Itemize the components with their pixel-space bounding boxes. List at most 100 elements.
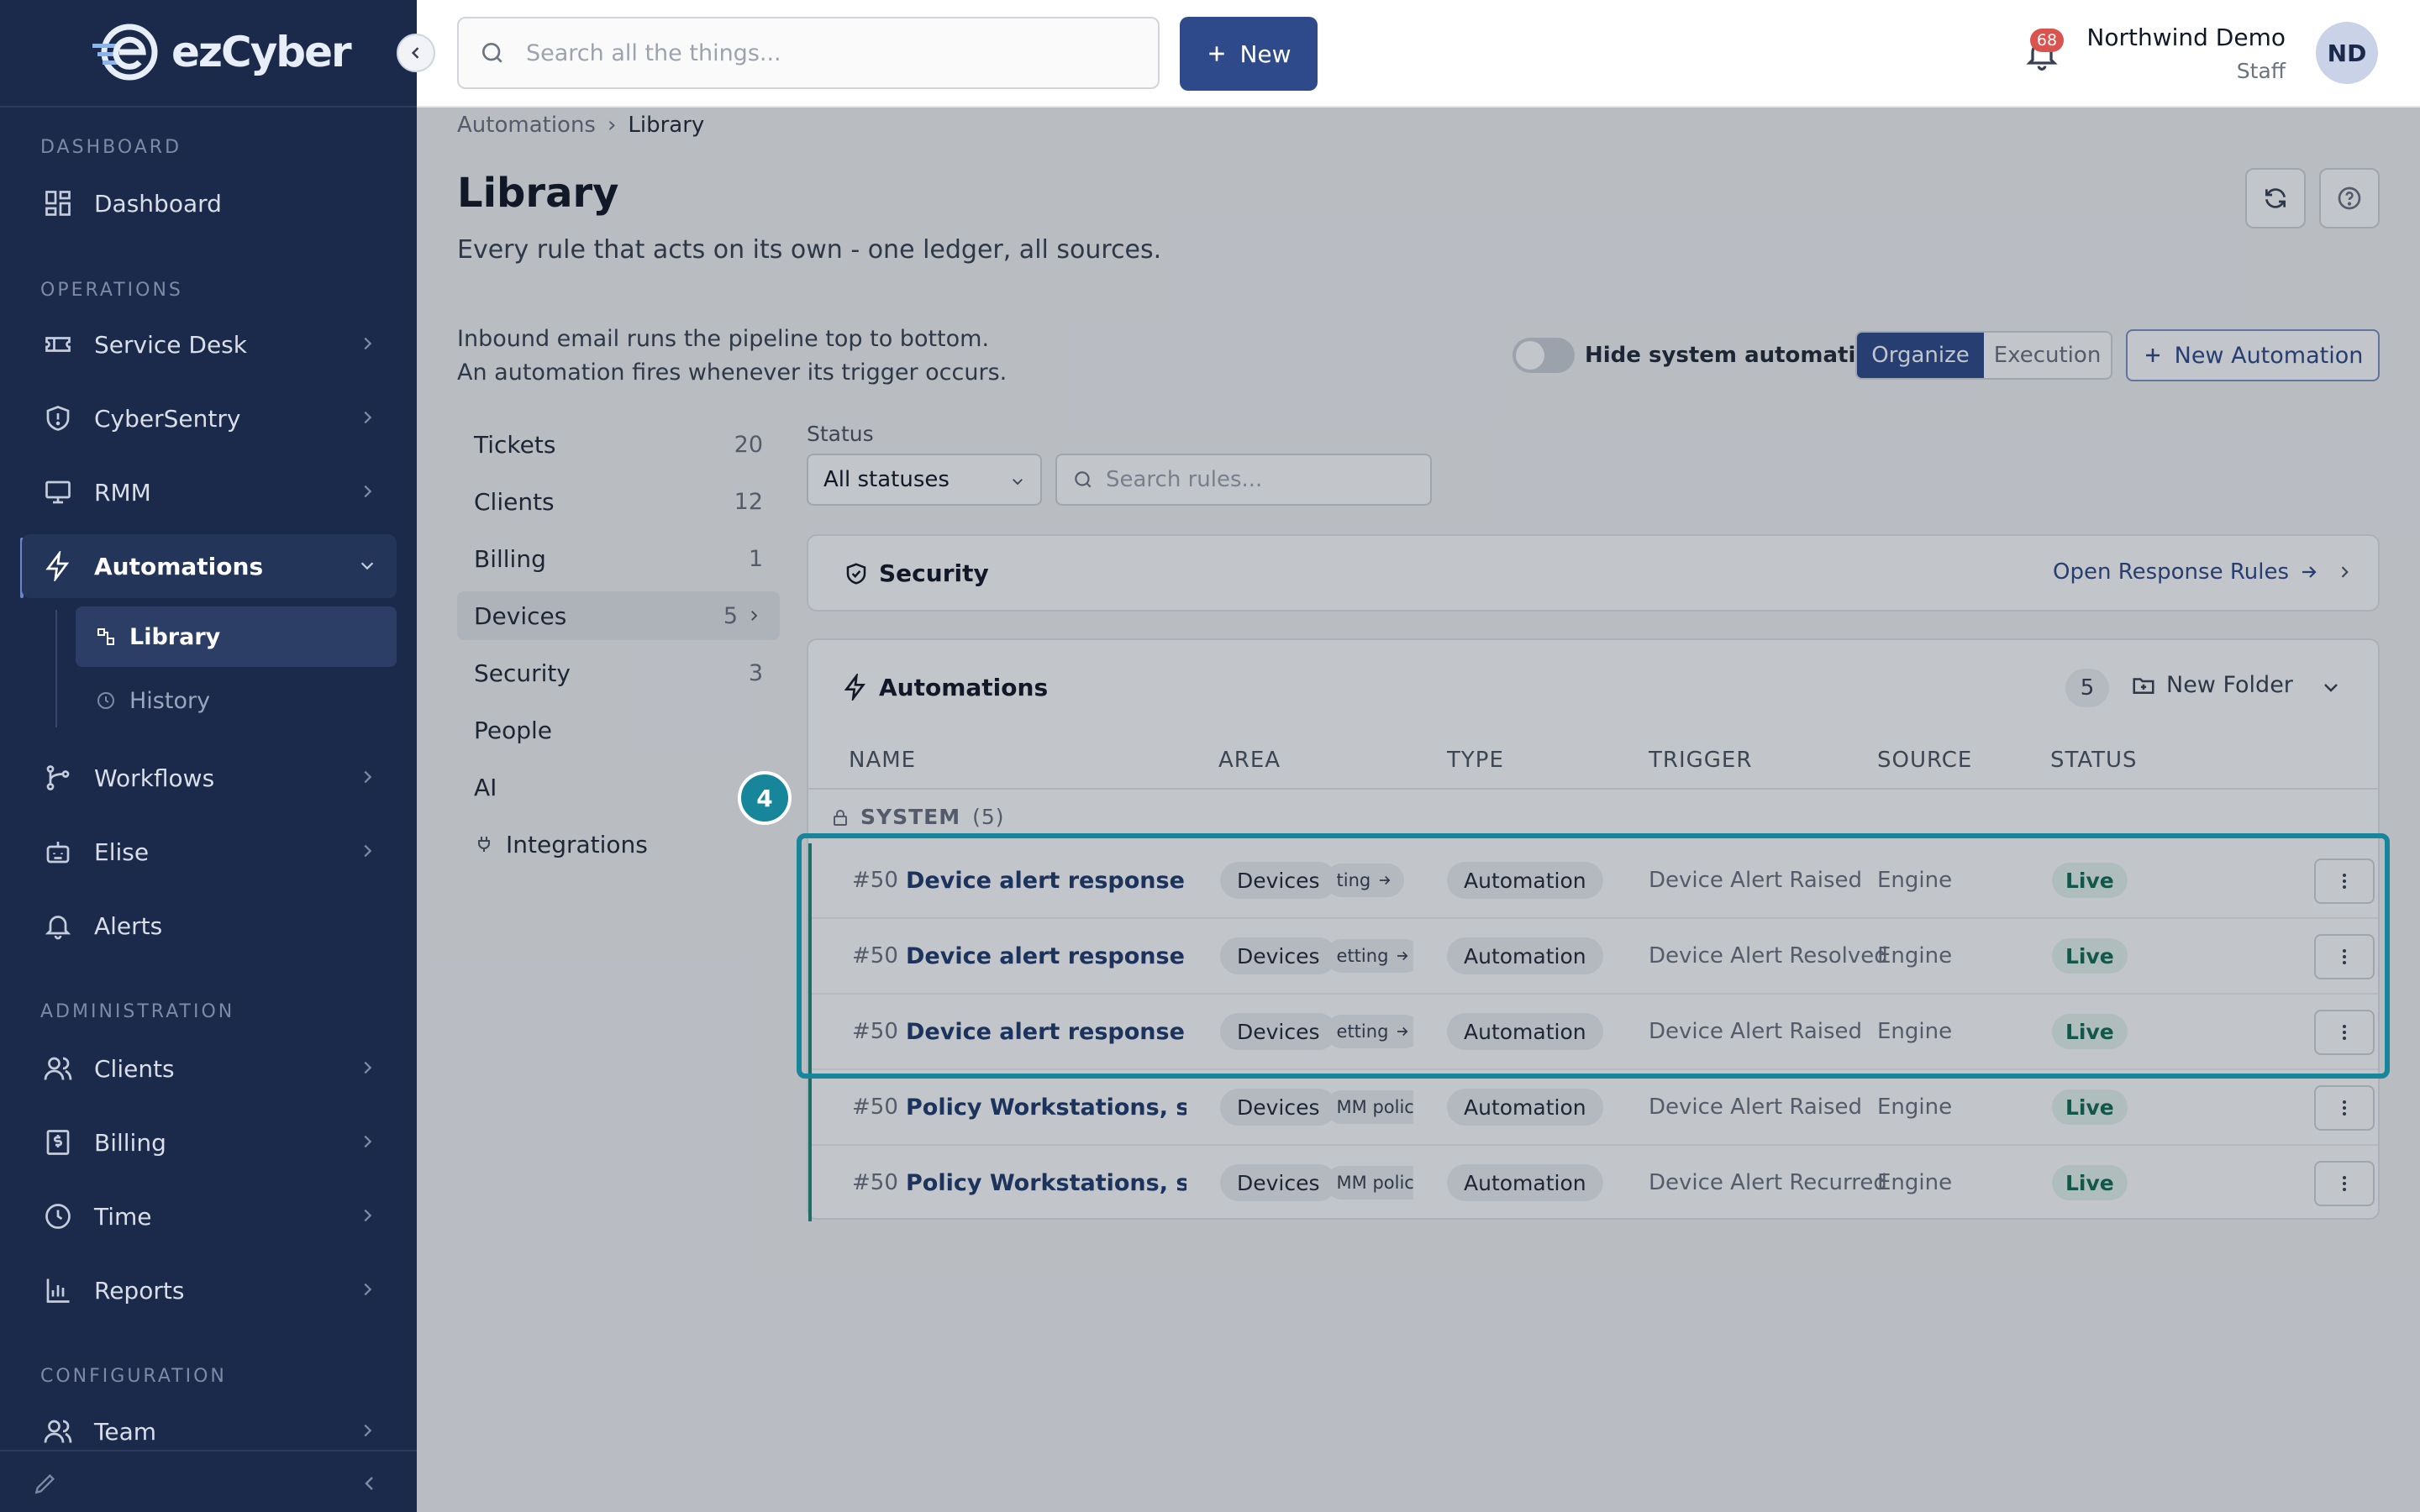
refresh-button[interactable] bbox=[2245, 168, 2306, 228]
monitor-icon bbox=[40, 475, 76, 510]
category-devices[interactable]: Devices 5 bbox=[457, 591, 780, 640]
sidebar-footer bbox=[0, 1450, 417, 1512]
sidebar-item-alerts[interactable]: Alerts bbox=[22, 894, 397, 958]
chevron-right-icon bbox=[364, 844, 372, 858]
chevron-left-icon[interactable] bbox=[360, 1473, 380, 1494]
sidebar-item-rmm[interactable]: RMM bbox=[22, 460, 397, 524]
category-integrations[interactable]: Integrations bbox=[457, 820, 780, 869]
category-count: 12 bbox=[734, 488, 763, 515]
category-clients[interactable]: Clients 12 bbox=[457, 477, 780, 526]
new-folder-button[interactable]: New Folder bbox=[2131, 672, 2293, 698]
tour-highlight-frame bbox=[797, 833, 2390, 1079]
chevron-down-icon[interactable] bbox=[2321, 677, 2341, 697]
rule-search-input[interactable]: Search rules... bbox=[1055, 454, 1432, 506]
help-button[interactable] bbox=[2319, 168, 2380, 228]
tab-organize[interactable]: Organize bbox=[1857, 333, 1984, 378]
users-icon bbox=[40, 1414, 76, 1449]
column-header-area[interactable]: AREA bbox=[1218, 748, 1281, 773]
row-menu-button[interactable] bbox=[2314, 1161, 2375, 1206]
new-automation-button[interactable]: New Automation bbox=[2126, 329, 2380, 381]
section-configuration: CONFIGURATION bbox=[40, 1366, 227, 1387]
rule-name[interactable]: Policy Workstations, standar... bbox=[906, 1146, 1186, 1220]
group-count: (5) bbox=[972, 805, 1005, 829]
sidebar: ezCyber DASHBOARD Dashboard OPERATIONS S… bbox=[0, 0, 417, 1512]
new-automation-label: New Automation bbox=[2174, 342, 2364, 369]
library-icon bbox=[94, 625, 118, 648]
category-tickets[interactable]: Tickets 20 bbox=[457, 420, 780, 469]
sidebar-item-service-desk[interactable]: Service Desk bbox=[22, 312, 397, 376]
area-pill: Devices bbox=[1220, 1089, 1337, 1126]
folder-plus-icon bbox=[2133, 677, 2154, 694]
sidebar-item-cybersentry[interactable]: CyberSentry bbox=[22, 386, 397, 450]
tab-execution[interactable]: Execution bbox=[1984, 333, 2111, 378]
open-response-rules-link[interactable]: Open Response Rules bbox=[2053, 559, 2353, 585]
status-filter-label: Status bbox=[807, 422, 874, 446]
shield-icon bbox=[40, 401, 76, 436]
brand-logo[interactable]: ezCyber bbox=[91, 22, 352, 82]
section-operations: OPERATIONS bbox=[40, 280, 183, 301]
dollar-icon bbox=[40, 1125, 76, 1160]
chevron-right-icon bbox=[364, 411, 372, 424]
arrow-right-icon bbox=[2302, 566, 2317, 578]
column-header-type[interactable]: TYPE bbox=[1447, 748, 1504, 773]
global-search-input[interactable]: Search all the things... bbox=[457, 17, 1160, 89]
sidebar-item-elise[interactable]: Elise bbox=[22, 820, 397, 884]
sidebar-subitem-history[interactable]: History bbox=[76, 670, 397, 731]
group-system-header[interactable]: SYSTEM (5) bbox=[830, 805, 1005, 829]
avatar[interactable]: ND bbox=[2316, 22, 2378, 84]
category-people[interactable]: People bbox=[457, 706, 780, 754]
category-label: People bbox=[474, 716, 553, 744]
breadcrumb-parent[interactable]: Automations bbox=[457, 113, 596, 138]
category-ai[interactable]: AI bbox=[457, 763, 780, 811]
chevron-right-icon bbox=[364, 1209, 372, 1222]
trigger-cell: Device Alert Raised bbox=[1649, 1095, 1863, 1120]
category-security[interactable]: Security 3 bbox=[457, 648, 780, 697]
tour-step-badge[interactable]: 4 bbox=[738, 771, 792, 825]
sidebar-item-automations[interactable]: Automations bbox=[22, 534, 397, 598]
sidebar-item-label: History bbox=[129, 687, 211, 714]
table-row[interactable]: #50 Policy Workstations, standar... Devi… bbox=[808, 1146, 2378, 1221]
hide-system-toggle[interactable] bbox=[1512, 338, 1575, 373]
category-count: 3 bbox=[748, 659, 763, 686]
column-header-trigger[interactable]: TRIGGER bbox=[1649, 748, 1752, 773]
row-accent bbox=[808, 1146, 812, 1221]
sidebar-item-reports[interactable]: Reports bbox=[22, 1258, 397, 1322]
sidebar-item-clients[interactable]: Clients bbox=[22, 1037, 397, 1100]
sidebar-item-dashboard[interactable]: Dashboard bbox=[22, 171, 397, 235]
sidebar-collapse-button[interactable] bbox=[397, 34, 435, 72]
sidebar-item-workflows[interactable]: Workflows bbox=[22, 746, 397, 810]
table-row[interactable]: #50 Policy Workstations, standar... Devi… bbox=[808, 1070, 2378, 1146]
column-header-status[interactable]: STATUS bbox=[2050, 748, 2138, 773]
chevron-right-icon bbox=[364, 1283, 372, 1296]
row-menu-button[interactable] bbox=[2314, 1085, 2375, 1131]
category-billing[interactable]: Billing 1 bbox=[457, 534, 780, 583]
lightning-icon bbox=[844, 674, 865, 701]
robot-icon bbox=[40, 834, 76, 869]
category-label: AI bbox=[474, 773, 497, 801]
new-button[interactable]: New bbox=[1180, 17, 1318, 91]
column-header-name[interactable]: NAME bbox=[849, 748, 916, 773]
status-filter-value: All statuses bbox=[823, 467, 950, 492]
rule-name[interactable]: Policy Workstations, standar... bbox=[906, 1070, 1186, 1144]
bell-icon bbox=[40, 908, 76, 943]
status-filter-select[interactable]: All statuses bbox=[807, 454, 1042, 506]
sidebar-divider bbox=[0, 106, 417, 108]
info-line-1: Inbound email runs the pipeline top to b… bbox=[457, 326, 990, 352]
sidebar-item-time[interactable]: Time bbox=[22, 1184, 397, 1248]
chevron-right-icon bbox=[751, 611, 758, 621]
category-label: Tickets bbox=[474, 430, 556, 459]
open-response-rules-label: Open Response Rules bbox=[2053, 559, 2289, 585]
chevron-right-icon bbox=[364, 1061, 372, 1074]
chevron-right-icon bbox=[364, 770, 372, 784]
category-label: Security bbox=[474, 659, 571, 687]
area-pill: Devices bbox=[1220, 1164, 1337, 1201]
sub-area-pill[interactable]: MM policy bbox=[1324, 1166, 1413, 1200]
user-name[interactable]: Northwind Demo bbox=[2086, 24, 2286, 51]
sidebar-item-label: Library bbox=[129, 623, 221, 650]
column-header-source[interactable]: SOURCE bbox=[1877, 748, 1972, 773]
sidebar-item-billing[interactable]: Billing bbox=[22, 1110, 397, 1174]
sidebar-subitem-library[interactable]: Library bbox=[76, 606, 397, 667]
sub-area-pill[interactable]: MM policy bbox=[1324, 1090, 1413, 1124]
refresh-icon bbox=[2265, 188, 2286, 208]
pencil-icon[interactable] bbox=[32, 1470, 59, 1497]
